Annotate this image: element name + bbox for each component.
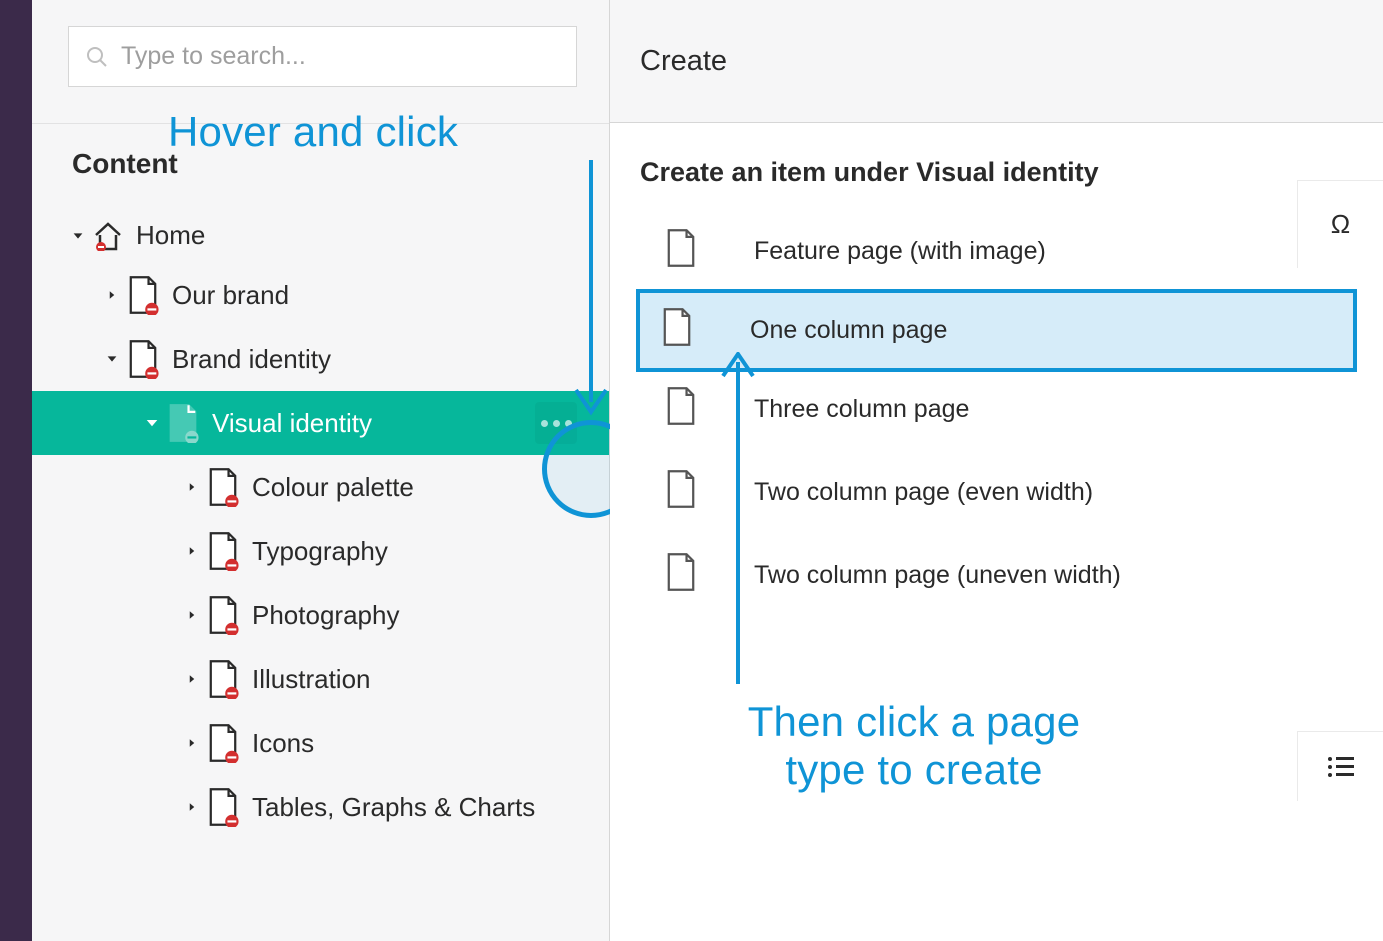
page-type-label: Two column page (uneven width) xyxy=(754,561,1121,590)
tree-item-colour-palette[interactable]: Colour palette xyxy=(32,455,609,519)
page-unpublished-icon xyxy=(206,787,240,827)
caret-right-icon xyxy=(182,609,202,621)
page-unpublished-icon xyxy=(126,275,160,315)
caret-down-icon xyxy=(102,352,122,366)
sidebar-section-title: Content xyxy=(32,124,609,190)
caret-right-icon xyxy=(182,737,202,749)
annotation-arrow-line xyxy=(589,160,593,402)
tree-item-icons[interactable]: Icons xyxy=(32,711,609,775)
tree-item-tables-graphs-charts[interactable]: Tables, Graphs & Charts xyxy=(32,775,609,839)
annotation-then-click-line2: type to create xyxy=(664,746,1164,794)
omega-icon: Ω xyxy=(1331,209,1350,240)
tree-item-label: Brand identity xyxy=(172,344,331,375)
annotation-then-click-line1: Then click a page xyxy=(664,698,1164,746)
page-type-label: One column page xyxy=(750,316,947,345)
create-under-heading: Create an item under Visual identity xyxy=(640,157,1353,188)
tree-item-home[interactable]: Home xyxy=(32,208,609,263)
page-type-two-column-uneven[interactable]: Two column page (uneven width) xyxy=(640,534,1353,617)
page-type-two-column-even[interactable]: Two column page (even width) xyxy=(640,451,1353,534)
tree-item-label: Icons xyxy=(252,728,314,759)
page-type-label: Feature page (with image) xyxy=(754,237,1046,266)
tree-item-our-brand[interactable]: Our brand xyxy=(32,263,609,327)
tree-item-label: Our brand xyxy=(172,280,289,311)
tree-item-label: Visual identity xyxy=(212,408,372,439)
caret-right-icon xyxy=(182,481,202,493)
page-type-feature-page[interactable]: Feature page (with image) xyxy=(640,210,1353,293)
left-app-rail xyxy=(0,0,32,941)
annotation-arrowhead-up xyxy=(719,352,757,380)
tree-item-brand-identity[interactable]: Brand identity xyxy=(32,327,609,391)
search-input[interactable] xyxy=(121,42,560,71)
page-unpublished-icon xyxy=(206,723,240,763)
page-icon xyxy=(664,386,698,433)
page-unpublished-icon xyxy=(206,531,240,571)
annotation-arrowhead xyxy=(572,388,610,416)
dot-icon xyxy=(541,420,548,427)
caret-right-icon xyxy=(102,289,122,301)
toolbar-list-button[interactable] xyxy=(1297,731,1383,801)
tree-item-visual-identity[interactable]: Visual identity xyxy=(32,391,609,455)
tree-item-label: Colour palette xyxy=(252,472,414,503)
tree-item-illustration[interactable]: Illustration xyxy=(32,647,609,711)
editor-toolbar-strip: Ω xyxy=(1297,0,1383,941)
page-icon xyxy=(660,307,694,354)
home-icon xyxy=(92,221,124,251)
tree-item-label: Illustration xyxy=(252,664,371,695)
page-type-label: Two column page (even width) xyxy=(754,478,1093,507)
page-unpublished-icon xyxy=(206,467,240,507)
create-panel-title: Create xyxy=(610,0,1383,123)
caret-right-icon xyxy=(182,545,202,557)
caret-down-icon xyxy=(142,416,162,430)
caret-down-icon xyxy=(68,229,88,243)
tree-item-label: Photography xyxy=(252,600,399,631)
dot-icon xyxy=(553,420,560,427)
page-unpublished-icon xyxy=(206,659,240,699)
tree-item-label: Typography xyxy=(252,536,388,567)
page-type-label: Three column page xyxy=(754,395,969,424)
annotation-arrow-line xyxy=(736,362,740,684)
content-tree-sidebar: Content Home xyxy=(32,0,610,941)
tree-item-typography[interactable]: Typography xyxy=(32,519,609,583)
numbered-list-icon xyxy=(1327,755,1355,779)
page-type-three-column[interactable]: Three column page xyxy=(640,368,1353,451)
toolbar-omega-button[interactable]: Ω xyxy=(1297,180,1383,268)
tree-item-label: Tables, Graphs & Charts xyxy=(252,792,535,823)
page-unpublished-icon xyxy=(206,595,240,635)
tree-item-label: Home xyxy=(136,220,205,251)
caret-right-icon xyxy=(182,801,202,813)
caret-right-icon xyxy=(182,673,202,685)
page-icon xyxy=(664,228,698,275)
page-icon xyxy=(664,552,698,599)
search-icon xyxy=(85,45,109,69)
page-icon xyxy=(166,403,200,443)
page-icon xyxy=(664,469,698,516)
create-panel: Create Create an item under Visual ident… xyxy=(610,0,1383,941)
tree-item-photography[interactable]: Photography xyxy=(32,583,609,647)
page-unpublished-icon xyxy=(126,339,160,379)
search-input-wrap[interactable] xyxy=(68,26,577,87)
